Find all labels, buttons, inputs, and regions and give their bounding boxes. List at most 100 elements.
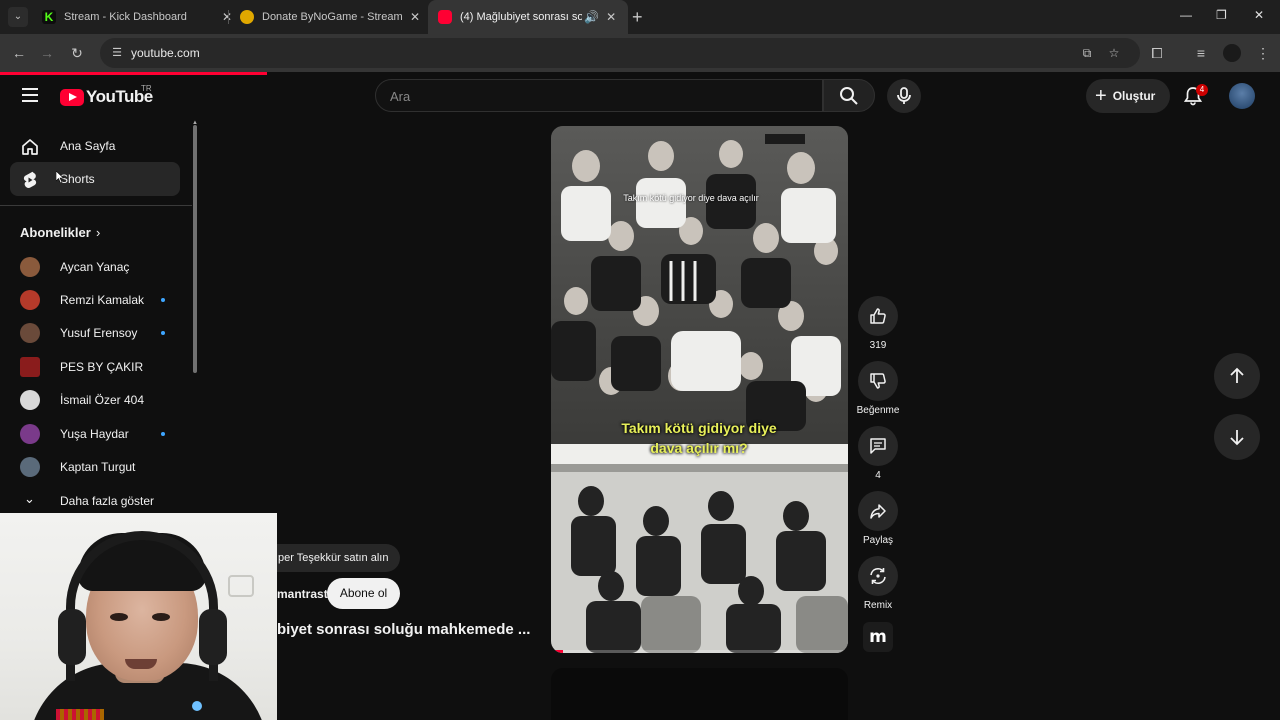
sidebar-scrollbar[interactable] <box>193 125 197 373</box>
create-button[interactable]: + Oluştur <box>1086 79 1170 113</box>
url-text[interactable]: youtube.com <box>131 46 200 60</box>
dislike-action[interactable]: Beğenme <box>857 361 899 416</box>
browser-toolbar: ← → ↻ ☰ youtube.com ⧉ ☆ ⧠ ≡ ⋮ <box>0 34 1280 72</box>
youtube-logo[interactable]: YouTube <box>60 87 153 107</box>
channel-avatar <box>20 424 40 444</box>
close-tab-icon[interactable]: ✕ <box>408 10 422 24</box>
remix-label: Remix <box>863 600 893 611</box>
tab-separator <box>228 10 229 24</box>
arrow-up-icon <box>1230 367 1244 383</box>
close-window-icon[interactable]: ✕ <box>1254 8 1264 22</box>
super-thanks-chip[interactable]: per Teşekkür satın alın <box>260 544 401 572</box>
streamer-eye-left <box>110 613 128 621</box>
voice-search-button[interactable] <box>887 79 921 113</box>
subscription-item[interactable]: Kaptan Turgut <box>10 451 180 483</box>
share-label: Paylaş <box>862 535 893 546</box>
tab-kick-dashboard[interactable]: K Stream - Kick Dashboard ✕ <box>32 0 244 34</box>
address-bar[interactable]: ☰ youtube.com ⧉ ☆ <box>100 38 1140 68</box>
notification-count-badge: 4 <box>1196 84 1208 96</box>
streamer-mouth <box>125 659 157 669</box>
arrow-down-icon <box>1230 430 1244 446</box>
new-tab-plus-icon[interactable]: + <box>632 7 643 27</box>
reload-icon[interactable]: ↻ <box>68 44 86 62</box>
video-caption: Takım kötü gidiyor diye dava açılır mı? <box>569 418 829 458</box>
screen: ⌄ K Stream - Kick Dashboard ✕ Donate ByN… <box>0 0 1280 720</box>
chevron-right-icon[interactable]: › <box>96 225 100 240</box>
search-icon <box>840 87 858 105</box>
audio-playing-icon[interactable]: 🔊 <box>584 10 599 24</box>
search-input[interactable]: Ara <box>375 79 823 112</box>
comment-icon <box>870 438 886 454</box>
channel-name: PES BY ÇAKIR <box>60 360 144 374</box>
minimize-window-icon[interactable]: — <box>1180 8 1192 22</box>
media-queue-icon[interactable]: ≡ <box>1192 44 1210 62</box>
subscriptions-title[interactable]: Abonelikler <box>20 225 91 240</box>
dislike-button[interactable] <box>858 361 898 401</box>
site-info-icon[interactable]: ☰ <box>110 46 124 60</box>
subscription-item[interactable]: Remzi Kamalak <box>10 284 180 316</box>
video-progress-bar[interactable] <box>551 650 848 653</box>
bynogame-favicon-icon <box>240 10 254 24</box>
youtube-favicon-icon <box>438 10 452 24</box>
comments-button[interactable] <box>858 426 898 466</box>
headset-cup-right <box>199 609 227 665</box>
extensions-puzzle-icon[interactable]: ⧠ <box>1148 44 1166 62</box>
bookmark-star-icon[interactable]: ☆ <box>1107 46 1121 60</box>
tab-title: (4) Mağlubiyet sonrası soluğu <box>460 11 583 23</box>
sidebar-item-home[interactable]: Ana Sayfa <box>10 129 180 163</box>
back-arrow-icon[interactable]: ← <box>10 44 28 62</box>
subscription-item[interactable]: Yuşa Haydar <box>10 418 180 450</box>
sound-source-logo[interactable]: m <box>863 622 893 652</box>
sidebar-item-shorts[interactable]: Shorts <box>10 162 180 196</box>
remix-button[interactable] <box>858 556 898 596</box>
channel-avatar <box>20 390 40 410</box>
kick-favicon-icon: K <box>42 10 56 24</box>
home-icon <box>22 139 38 155</box>
sidebar-item-label: Ana Sayfa <box>60 139 116 153</box>
subscription-item[interactable]: Aycan Yanaç <box>10 251 180 283</box>
tab-title: Donate ByNoGame - Streamer <box>262 11 402 23</box>
tab-youtube-short[interactable]: (4) Mağlubiyet sonrası soluğu 🔊 ✕ <box>428 0 628 34</box>
account-avatar[interactable] <box>1229 83 1255 109</box>
share-action[interactable]: Paylaş <box>858 491 898 546</box>
comment-count: 4 <box>875 470 881 481</box>
subscription-item[interactable]: Yusuf Erensoy <box>10 317 180 349</box>
short-video-player[interactable]: Takım kötü gidiyor diye dava açılır Takı… <box>551 126 848 653</box>
new-content-dot <box>161 432 165 436</box>
guide-menu-icon[interactable] <box>22 88 38 102</box>
subscription-item[interactable]: İsmail Özer 404 <box>10 384 180 416</box>
search-button[interactable] <box>823 79 875 112</box>
previous-short-button[interactable] <box>1214 353 1260 399</box>
like-action[interactable]: 319 <box>858 296 898 351</box>
short-title[interactable]: biyet sonrası soluğu mahkemede ... <box>277 621 530 638</box>
page-load-progress <box>0 72 267 75</box>
tab-donate-bynogame[interactable]: Donate ByNoGame - Streamer ✕ <box>230 0 432 34</box>
channel-avatar <box>20 323 40 343</box>
headset-cup-left <box>58 609 86 665</box>
wall-outlet <box>228 575 254 597</box>
close-tab-icon[interactable]: ✕ <box>604 10 618 24</box>
profile-avatar-icon[interactable] <box>1223 44 1241 62</box>
channel-name: Kaptan Turgut <box>60 460 136 474</box>
tab-search-chevron-icon[interactable]: ⌄ <box>8 7 28 27</box>
remix-action[interactable]: Remix <box>858 556 898 611</box>
show-more-label: Daha fazla göster <box>60 494 155 508</box>
restore-window-icon[interactable]: ❐ <box>1216 8 1227 22</box>
search-placeholder: Ara <box>390 89 411 104</box>
forward-arrow-icon[interactable]: → <box>38 44 56 62</box>
channel-name: Remzi Kamalak <box>60 293 145 307</box>
like-count: 319 <box>869 340 887 351</box>
browser-menu-icon[interactable]: ⋮ <box>1254 44 1272 62</box>
like-button[interactable] <box>858 296 898 336</box>
subscription-item[interactable]: PES BY ÇAKIR <box>10 351 180 383</box>
next-short-button[interactable] <box>1214 414 1260 460</box>
comments-action[interactable]: 4 <box>858 426 898 481</box>
share-button[interactable] <box>858 491 898 531</box>
plus-icon: + <box>1095 85 1107 107</box>
short-channel-name[interactable]: mantrast <box>277 587 328 601</box>
next-short-preview[interactable] <box>551 668 848 720</box>
chevron-down-icon: ⌄ <box>24 491 35 506</box>
headset-mic-light <box>192 701 202 711</box>
install-app-icon[interactable]: ⧉ <box>1080 46 1094 60</box>
subscribe-button[interactable]: Abone ol <box>327 578 400 609</box>
